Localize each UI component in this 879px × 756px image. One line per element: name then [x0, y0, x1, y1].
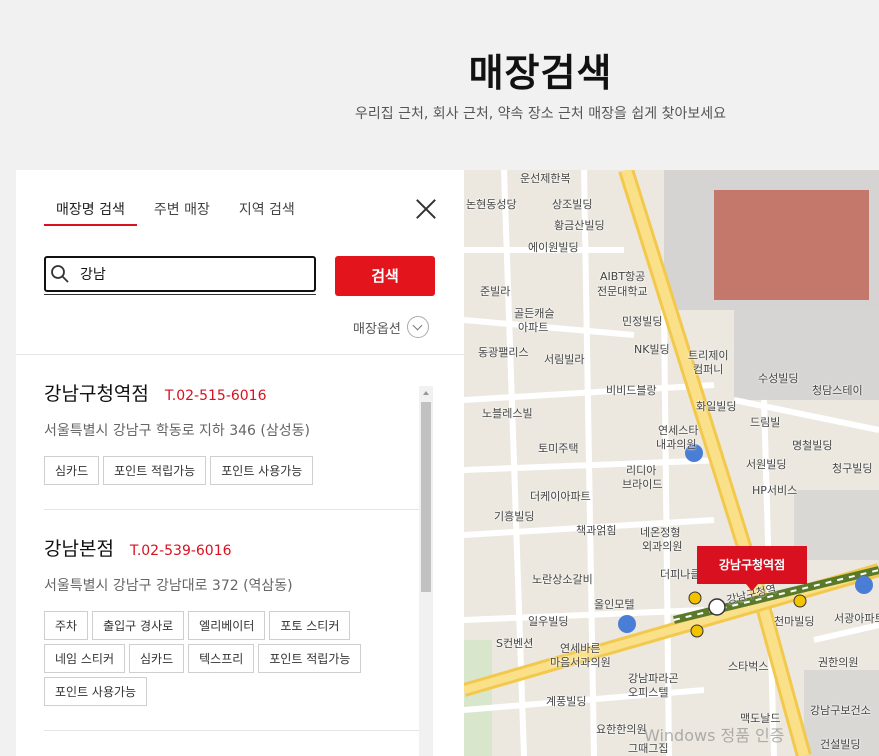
map-place-label: 동광팰리스 — [478, 346, 529, 359]
map-place-label: 노란상소갈비 — [532, 573, 593, 586]
store-phone: T.02-539-6016 — [129, 543, 232, 559]
store-tag: 포인트 사용가능 — [210, 456, 314, 485]
map-place-label: 강남구보건소 — [810, 704, 871, 717]
search-input[interactable] — [80, 262, 300, 286]
map-canvas — [464, 170, 879, 756]
store-options-label: 매장옵션 — [353, 321, 401, 337]
store-tag: 주차 — [44, 611, 89, 640]
map-place-label: 명철빌딩 — [792, 439, 833, 452]
search-underline — [44, 294, 316, 295]
map-place-label: 요한한의원 — [596, 723, 647, 736]
map-place-label: 일우빌딩 — [528, 615, 569, 628]
map-place-label: S컨벤션 — [496, 637, 534, 650]
map-place-label: 오피스텔 — [628, 686, 669, 699]
store-name: 강남본점 — [44, 538, 114, 560]
scroll-up-arrow-icon[interactable] — [419, 386, 433, 400]
map-place-label: 민정빌딩 — [622, 315, 663, 328]
store-address: 서울특별시 강남구 강남대로 372 (역삼동) — [44, 578, 293, 594]
map-place-label: 준빌라 — [480, 285, 511, 298]
watermark: Windows 정품 인증 — [644, 726, 785, 745]
map-marker-store[interactable]: 강남구청역점 — [697, 546, 807, 591]
tab-store-name-search[interactable]: 매장명 검색 — [44, 196, 137, 226]
map-place-label: 스타벅스 — [728, 660, 769, 673]
store-tag: 포토 스티커 — [269, 611, 351, 640]
scroll-thumb[interactable] — [421, 402, 431, 592]
store-address: 서울특별시 강남구 학동로 지하 346 (삼성동) — [44, 423, 310, 439]
store-tags: 주차 출입구 경사로 엘리베이터 포토 스티커 네임 스티커 심카드 텍스프리 … — [44, 611, 374, 730]
map-place-label: 아파트 — [518, 321, 549, 334]
map-place-label: 서광아파트 — [834, 612, 879, 625]
map-place-label: 천마빌딩 — [774, 615, 815, 628]
store-tag: 엘리베이터 — [188, 611, 266, 640]
store-results-list: 강남구청역점 T.02-515-6016 서울특별시 강남구 학동로 지하 34… — [44, 355, 420, 756]
map-place-label: 에이원빌딩 — [528, 241, 579, 254]
store-tag: 출입구 경사로 — [92, 611, 185, 640]
map-place-label: 권한의원 — [818, 656, 859, 669]
map-place-label: 수성빌딩 — [758, 372, 799, 385]
store-options-toggle[interactable]: 매장옵션 — [353, 316, 429, 338]
map-place-label: 외과의원 — [642, 540, 683, 553]
map-place-label: 기흥빌딩 — [494, 510, 535, 523]
map-place-label: 화일빌딩 — [696, 400, 737, 413]
tab-region-search[interactable]: 지역 검색 — [227, 196, 307, 226]
map-place-label: 청담스테이 — [812, 384, 863, 397]
results-scrollbar[interactable] — [419, 386, 433, 756]
store-tag: 포인트 적립가능 — [258, 644, 362, 673]
map-place-label: 건설빌딩 — [820, 738, 861, 751]
page-title: 매장검색 — [468, 51, 613, 95]
map-place-label: 계풍빌딩 — [546, 695, 587, 708]
map-place-label: 내과의원 — [656, 438, 697, 451]
tab-nearby-stores[interactable]: 주변 매장 — [142, 196, 222, 226]
map-place-label: AIBT항공 — [600, 270, 646, 283]
map-place-label: 더케이아파트 — [530, 490, 591, 503]
map-place-label: 컴퍼니 — [693, 363, 724, 376]
map-place-label: 올인모텔 — [594, 598, 635, 611]
store-tag: 심카드 — [129, 644, 185, 673]
map-place-label: 드림빌 — [750, 416, 781, 429]
map-place-label: NK빌딩 — [634, 343, 670, 356]
page-header: 매장검색 우리집 근처, 회사 근처, 약속 장소 근처 매장을 쉽게 찾아보세… — [0, 0, 879, 170]
map-place-label: 브라이드 — [622, 478, 663, 491]
search-box — [44, 256, 316, 292]
store-map[interactable]: 운선제한복 논현동성당 상조빌딩 황금산빌딩 에이원빌딩 AIBT항공 전문대학… — [464, 170, 879, 756]
store-tags: 심카드 포인트 적립가능 포인트 사용가능 — [44, 456, 374, 509]
store-tag: 네임 스티커 — [44, 644, 126, 673]
map-place-label: 서림빌라 — [544, 353, 585, 366]
store-item[interactable]: 강남본점 T.02-539-6016 서울특별시 강남구 강남대로 372 (역… — [44, 510, 420, 731]
store-item[interactable]: 강남구청역점 T.02-515-6016 서울특별시 강남구 학동로 지하 34… — [44, 355, 420, 510]
close-icon[interactable] — [414, 196, 438, 220]
map-place-label: 상조빌딩 — [552, 198, 593, 211]
map-place-label: 더피나클 — [660, 568, 701, 581]
map-place-label: 서원빌딩 — [746, 458, 787, 471]
map-place-label: 논현동성당 — [466, 198, 517, 211]
store-name: 강남구청역점 — [44, 383, 149, 405]
map-place-label: 책과얽힘 — [576, 524, 617, 537]
store-phone: T.02-515-6016 — [164, 388, 267, 404]
store-search-panel: 매장명 검색 주변 매장 지역 검색 검색 매장옵션 강남구청역점 T.02-5… — [16, 170, 464, 756]
map-place-label: 청구빌딩 — [832, 462, 873, 475]
store-tag: 텍스프리 — [188, 644, 255, 673]
map-place-label: 노블레스빌 — [482, 407, 533, 420]
search-button[interactable]: 검색 — [335, 256, 435, 296]
map-place-label: 운선제한복 — [520, 172, 571, 185]
search-tabs: 매장명 검색 주변 매장 지역 검색 — [44, 196, 307, 228]
page-subtitle: 우리집 근처, 회사 근처, 약속 장소 근처 매장을 쉽게 찾아보세요 — [355, 106, 726, 122]
map-place-label: 전문대학교 — [597, 285, 648, 298]
store-tag: 포인트 적립가능 — [103, 456, 207, 485]
search-icon — [51, 265, 69, 283]
chevron-down-icon — [406, 316, 429, 338]
map-place-label: 황금산빌딩 — [554, 219, 605, 232]
store-tag: 포인트 사용가능 — [44, 677, 148, 706]
map-place-label: 마음서과의원 — [550, 656, 611, 669]
map-place-label: 비비드블랑 — [606, 384, 657, 397]
map-place-label: 토미주택 — [538, 442, 579, 455]
map-place-label: HP서비스 — [752, 484, 798, 497]
store-tag: 심카드 — [44, 456, 100, 485]
